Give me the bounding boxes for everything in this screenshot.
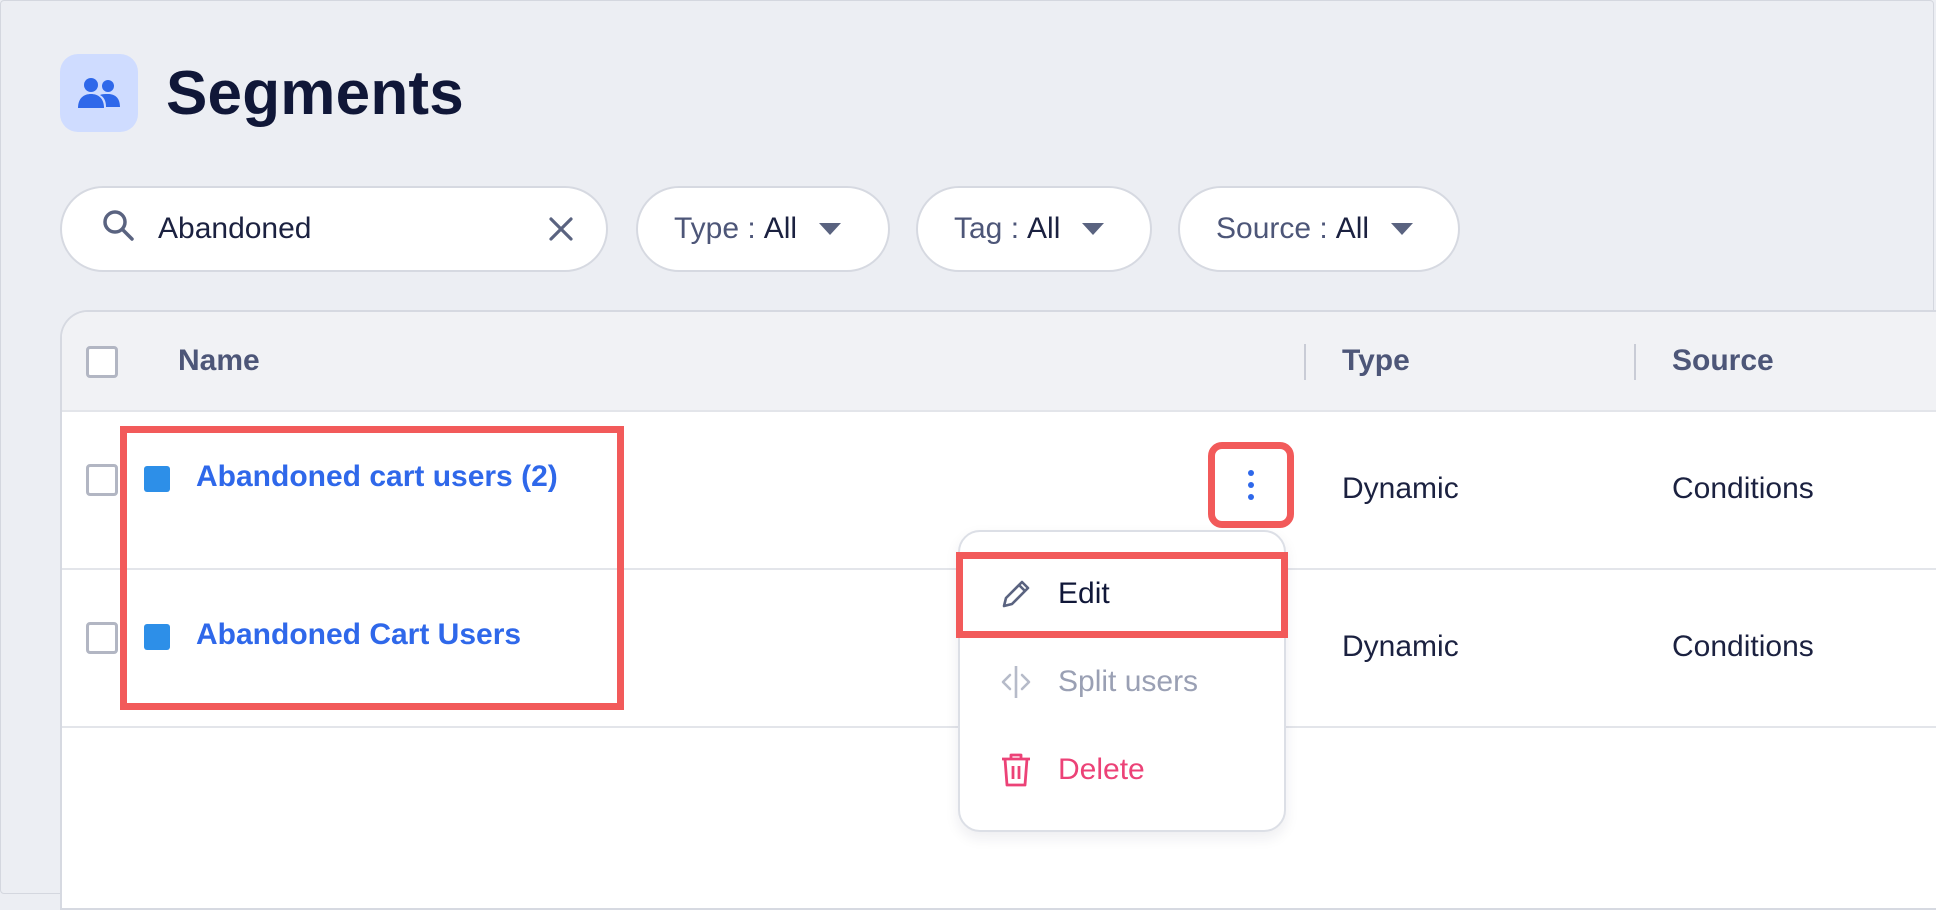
clear-search-icon[interactable] xyxy=(544,212,578,246)
search-input[interactable]: Abandoned xyxy=(60,186,608,272)
chevron-down-icon xyxy=(1082,223,1105,235)
column-header-source[interactable]: Source xyxy=(1672,344,1774,378)
type-filter-label: Type : xyxy=(674,212,756,245)
segment-name-link[interactable]: Abandoned Cart Users xyxy=(196,618,521,652)
type-filter-dropdown[interactable]: Type : All xyxy=(636,186,890,272)
column-header-name[interactable]: Name xyxy=(178,344,260,378)
segment-type: Dynamic xyxy=(1342,630,1459,663)
chevron-down-icon xyxy=(1391,223,1414,235)
segment-source: Conditions xyxy=(1672,472,1814,505)
segment-name-link[interactable]: Abandoned cart users (2) xyxy=(196,460,558,494)
menu-item-delete[interactable]: Delete xyxy=(960,730,1284,810)
tag-filter-value: All xyxy=(1027,212,1061,245)
trash-icon xyxy=(996,750,1036,790)
select-all-checkbox[interactable] xyxy=(86,346,118,378)
row-checkbox[interactable] xyxy=(86,464,118,496)
menu-item-delete-label: Delete xyxy=(1058,753,1145,786)
page-title: Segments xyxy=(166,58,464,128)
segment-color-swatch xyxy=(144,466,170,492)
type-filter-value: All xyxy=(763,212,798,245)
column-header-type[interactable]: Type xyxy=(1342,344,1410,378)
menu-item-split-label: Split users xyxy=(1058,665,1199,698)
row-actions-menu: Edit Split users Delete xyxy=(958,530,1286,832)
column-divider[interactable] xyxy=(1634,344,1636,380)
search-icon xyxy=(100,207,136,251)
source-filter-label: Source : xyxy=(1216,212,1328,245)
chevron-down-icon xyxy=(819,223,842,235)
search-value[interactable]: Abandoned xyxy=(158,212,544,246)
table-header: Name Type Source xyxy=(62,312,1936,412)
source-filter-dropdown[interactable]: Source : All xyxy=(1178,186,1460,272)
menu-item-split-users[interactable]: Split users xyxy=(960,642,1284,722)
row-actions-button[interactable] xyxy=(1208,442,1294,528)
pencil-icon xyxy=(996,574,1036,614)
segment-color-swatch xyxy=(144,624,170,650)
row-checkbox[interactable] xyxy=(86,622,118,654)
users-icon xyxy=(60,54,138,132)
tag-filter-label: Tag : xyxy=(954,212,1020,245)
split-icon xyxy=(996,662,1036,702)
source-filter-value: All xyxy=(1335,212,1370,245)
menu-item-edit-label: Edit xyxy=(1058,577,1110,610)
page-header: Segments xyxy=(60,54,464,132)
segment-source: Conditions xyxy=(1672,630,1814,663)
menu-item-edit[interactable]: Edit xyxy=(960,554,1284,634)
tag-filter-dropdown[interactable]: Tag : All xyxy=(916,186,1152,272)
column-divider[interactable] xyxy=(1304,344,1306,380)
segment-type: Dynamic xyxy=(1342,472,1459,505)
more-vertical-icon xyxy=(1248,470,1254,500)
